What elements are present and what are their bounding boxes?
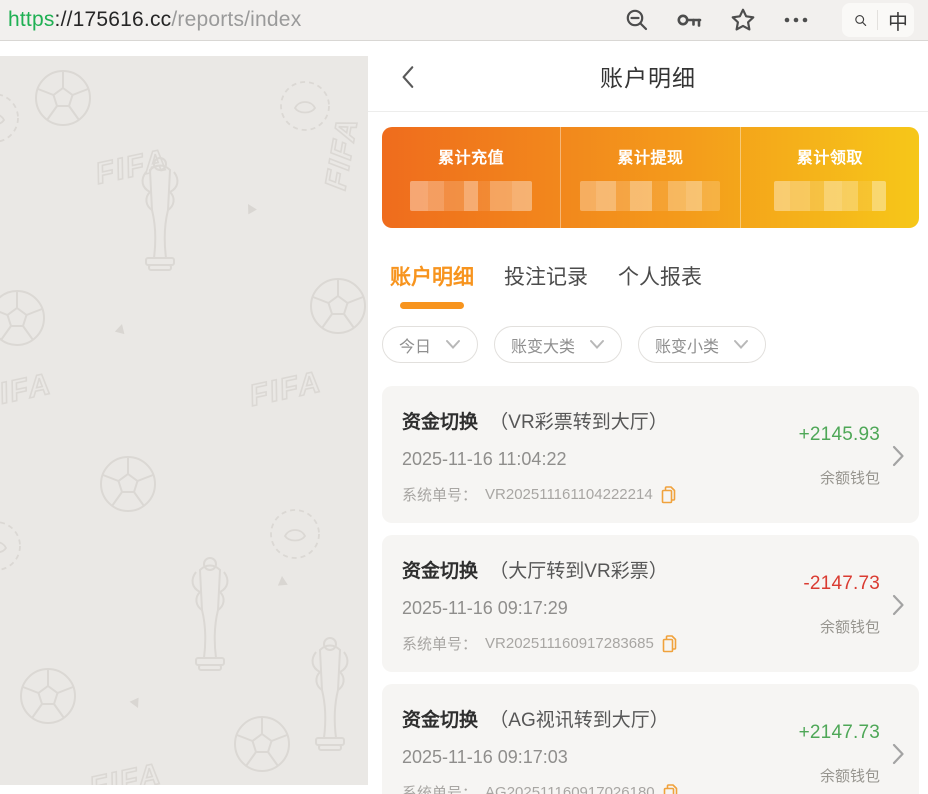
search-icon (854, 8, 867, 33)
tab-personal-report[interactable]: 个人报表 (618, 261, 702, 309)
more-options-icon[interactable] (782, 7, 810, 33)
transaction-amount: -2147.73 (803, 573, 880, 595)
filter-label: 账变小类 (655, 333, 719, 357)
back-button[interactable] (396, 63, 422, 89)
tab-label: 投注记录 (504, 261, 588, 291)
wallet-label: 余额钱包 (820, 765, 880, 786)
order-label: 系统单号： (402, 633, 477, 654)
transaction-row[interactable]: 资金切换 （大厅转到VR彩票） 2025-11-16 09:17:29 系统单号… (382, 535, 919, 672)
copy-icon[interactable] (661, 486, 676, 504)
transaction-row[interactable]: 资金切换 （AG视讯转到大厅） 2025-11-16 09:17:03 系统单号… (382, 684, 919, 794)
transaction-datetime: 2025-11-16 09:17:29 (402, 598, 762, 619)
transaction-type: 资金切换 (402, 561, 478, 582)
tab-betting-records[interactable]: 投注记录 (504, 261, 588, 309)
summary-total-withdrawal: 累计提现 (560, 127, 739, 228)
transaction-datetime: 2025-11-16 09:17:03 (402, 747, 762, 768)
filter-date-dropdown[interactable]: 今日 (382, 326, 478, 363)
summary-label: 累计领取 (797, 144, 863, 168)
key-icon[interactable] (676, 7, 704, 33)
address-bar[interactable]: https://175616.cc/reports/index (8, 8, 301, 32)
transaction-title: 资金切换 （大厅转到VR彩票） (402, 556, 762, 583)
tab-bar: 账户明细 投注记录 个人报表 (368, 228, 928, 309)
order-number: VR202511161104222214 (485, 486, 653, 503)
page-bottom-gap (0, 785, 368, 794)
filter-major-category-dropdown[interactable]: 账变大类 (494, 326, 622, 363)
transaction-datetime: 2025-11-16 11:04:22 (402, 449, 762, 470)
url-host: ://175616.cc (55, 8, 172, 31)
chevron-right-icon (892, 593, 905, 617)
search-keyword: 中 (888, 6, 908, 35)
masked-value (410, 181, 532, 211)
background-watermark-panel: FIFA (0, 41, 368, 794)
order-label: 系统单号： (402, 484, 477, 505)
page-title: 账户明细 (600, 59, 696, 93)
app-header: 账户明细 (368, 41, 928, 112)
transaction-row[interactable]: 资金切换 （VR彩票转到大厅） 2025-11-16 11:04:22 系统单号… (382, 386, 919, 523)
transaction-list: 资金切换 （VR彩票转到大厅） 2025-11-16 11:04:22 系统单号… (368, 386, 928, 794)
filter-label: 账变大类 (511, 333, 575, 357)
filter-label: 今日 (399, 333, 431, 357)
chevron-right-icon (892, 742, 905, 766)
tab-label: 个人报表 (618, 261, 702, 291)
active-tab-indicator (400, 302, 464, 309)
account-details-panel: 账户明细 累计充值 累计提现 累计领取 (368, 41, 928, 794)
transaction-detail: （AG视讯转到大厅） (489, 710, 668, 731)
summary-label: 累计充值 (438, 144, 504, 168)
tab-account-details[interactable]: 账户明细 (390, 261, 474, 309)
chevron-down-icon (589, 339, 605, 350)
masked-value (774, 181, 886, 211)
transaction-amount: +2147.73 (799, 722, 880, 744)
copy-icon[interactable] (662, 635, 677, 653)
page-top-gap (0, 41, 368, 56)
wallet-label: 余额钱包 (820, 467, 880, 488)
transaction-detail: （VR彩票转到大厅） (489, 412, 667, 433)
order-label: 系统单号： (402, 782, 477, 794)
transaction-type: 资金切换 (402, 412, 478, 433)
filter-minor-category-dropdown[interactable]: 账变小类 (638, 326, 766, 363)
order-number: VR202511160917283685 (485, 635, 654, 652)
transaction-detail: （大厅转到VR彩票） (489, 561, 667, 582)
favorite-star-icon[interactable] (730, 7, 756, 33)
chevron-down-icon (445, 339, 461, 350)
summary-total-claimed: 累计领取 (740, 127, 919, 228)
chevron-right-icon (892, 444, 905, 468)
order-number: AG202511160917026180 (485, 784, 655, 794)
tab-label: 账户明细 (390, 261, 474, 291)
transaction-type: 资金切换 (402, 710, 478, 731)
summary-totals-card: 累计充值 累计提现 累计领取 (382, 127, 919, 228)
fifa-watermark-pattern: FIFA (0, 56, 368, 794)
transaction-amount: +2145.93 (799, 424, 880, 446)
transaction-title: 资金切换 （VR彩票转到大厅） (402, 407, 762, 434)
wallet-label: 余额钱包 (820, 616, 880, 637)
url-path: /reports/index (171, 8, 301, 31)
summary-total-deposit: 累计充值 (382, 127, 560, 228)
transaction-title: 资金切换 （AG视讯转到大厅） (402, 705, 762, 732)
browser-toolbar: https://175616.cc/reports/index (0, 0, 928, 41)
chevron-down-icon (733, 339, 749, 350)
summary-label: 累计提现 (617, 144, 683, 168)
zoom-out-icon[interactable] (624, 7, 650, 33)
filter-bar: 今日 账变大类 账变小类 (368, 309, 928, 363)
url-scheme: https (8, 8, 55, 31)
browser-search-box[interactable]: 中 (842, 3, 914, 37)
search-divider (877, 10, 878, 30)
copy-icon[interactable] (663, 784, 678, 794)
masked-value (580, 181, 720, 211)
